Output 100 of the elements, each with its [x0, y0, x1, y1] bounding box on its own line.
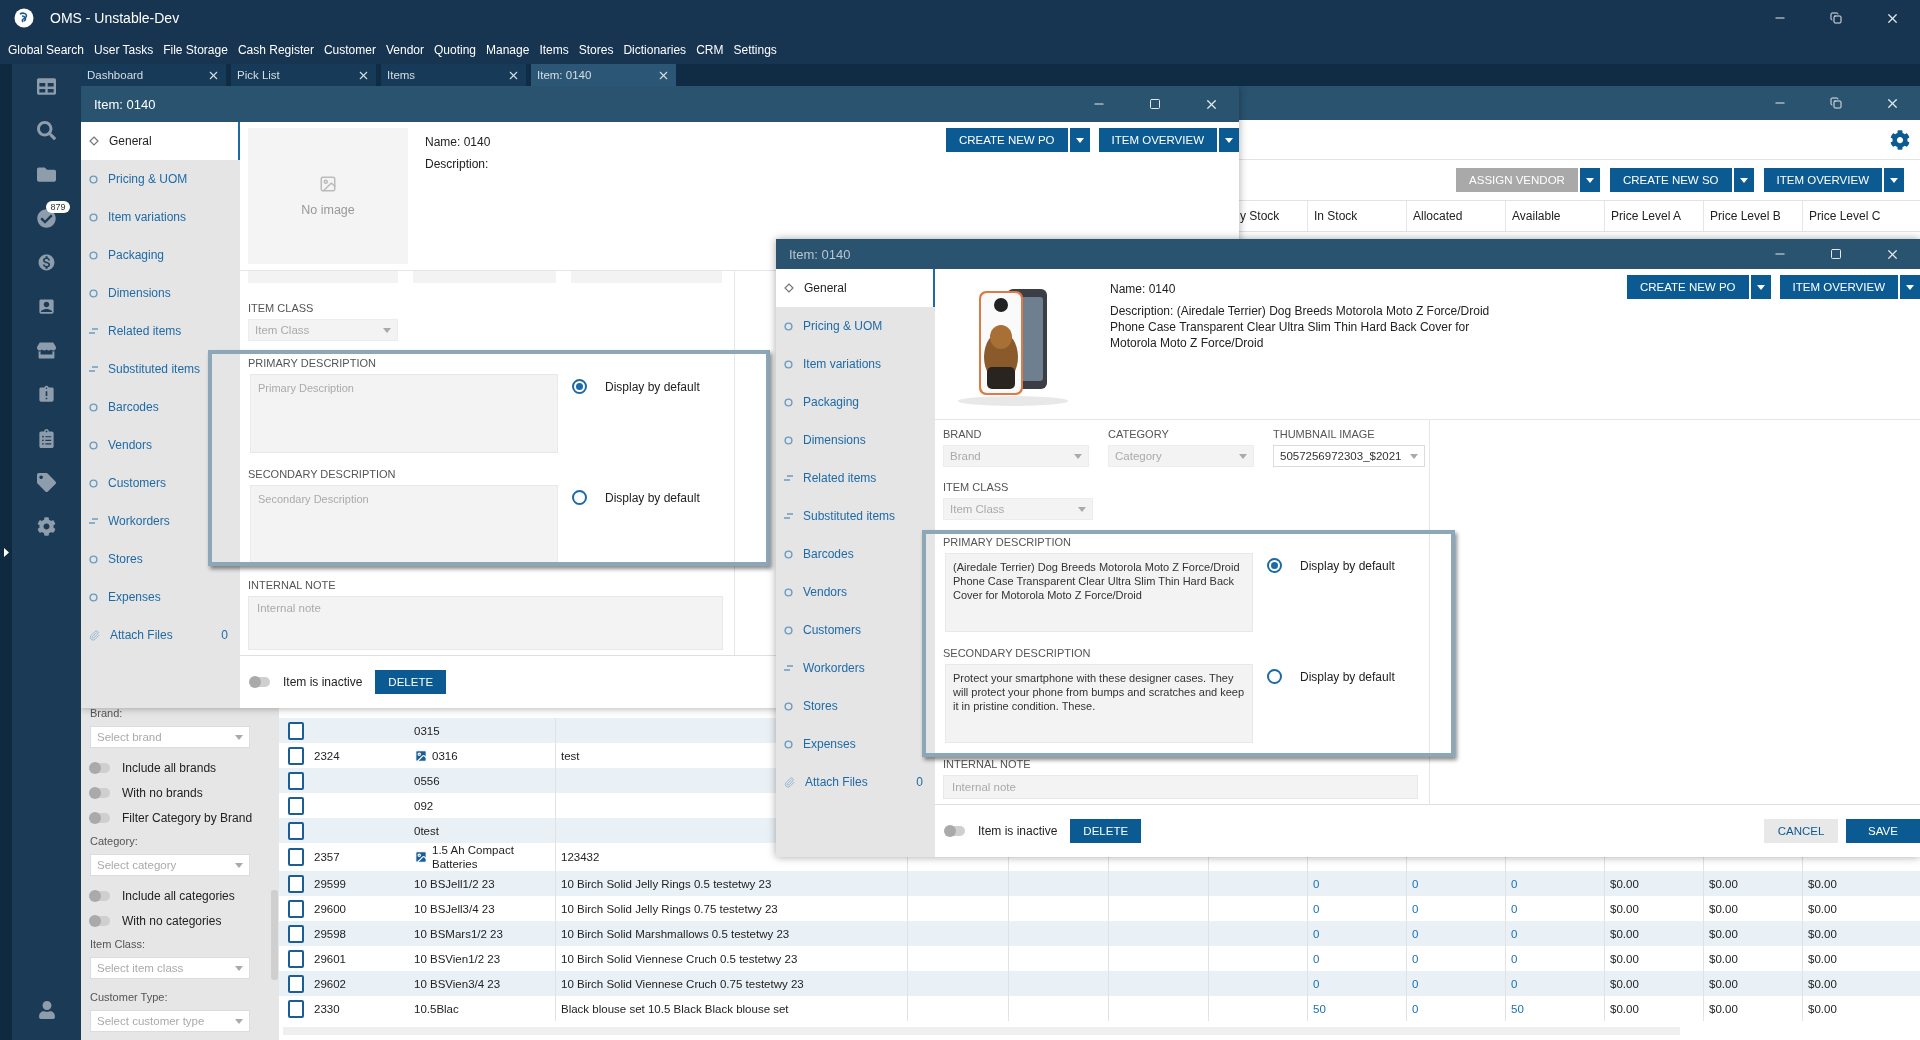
sidebar-item[interactable]: Expenses — [81, 578, 240, 616]
sidebar-item[interactable]: Item variations — [81, 198, 240, 236]
sidebar-item[interactable]: Substituted items — [81, 350, 240, 388]
row-checkbox[interactable] — [288, 949, 304, 968]
description-field[interactable]: Secondary Description — [250, 485, 558, 564]
radio-button[interactable] — [1267, 558, 1282, 573]
menu-item[interactable]: Cash Register — [232, 43, 319, 57]
sidebar-item[interactable]: Workorders — [776, 649, 935, 687]
toggle-switch[interactable] — [90, 890, 110, 901]
stock-link[interactable]: 0 — [1313, 902, 1320, 915]
sidebar-item[interactable]: Substituted items — [776, 497, 935, 535]
sidebar-item[interactable]: Related items — [776, 459, 935, 497]
sidebar-item[interactable]: Stores — [776, 687, 935, 725]
sidebar-item[interactable]: Dimensions — [81, 274, 240, 312]
sidebar-item[interactable]: Expenses — [776, 725, 935, 763]
stock-link[interactable]: 0 — [1313, 977, 1320, 990]
menu-item[interactable]: File Storage — [158, 43, 233, 57]
check-circle-button[interactable]: 879 — [24, 196, 69, 240]
stock-link[interactable]: 50 — [1511, 1002, 1524, 1015]
column-header[interactable]: Allocated — [1406, 201, 1505, 231]
row-checkbox[interactable] — [288, 746, 304, 765]
stock-link[interactable]: 0 — [1313, 952, 1320, 965]
action-button[interactable]: ITEM OVERVIEW — [1098, 128, 1217, 152]
stock-link[interactable]: 0 — [1511, 952, 1518, 965]
dropdown-button[interactable] — [1219, 128, 1239, 152]
delete-button[interactable]: DELETE — [1070, 819, 1142, 843]
row-checkbox[interactable] — [288, 924, 304, 943]
sidebar-item[interactable]: Customers — [81, 464, 240, 502]
menu-item[interactable]: Manage — [481, 43, 535, 57]
dropdown-button[interactable] — [1884, 168, 1904, 192]
action-button[interactable]: CREATE NEW SO — [1609, 168, 1732, 192]
action-button[interactable]: CREATE NEW PO — [945, 128, 1068, 152]
sidebar-item[interactable]: Attach Files 0 — [776, 763, 935, 801]
action-button[interactable]: ITEM OVERVIEW — [1763, 168, 1882, 192]
stock-link[interactable]: 0 — [1412, 877, 1419, 890]
stock-link[interactable]: 0 — [1412, 977, 1419, 990]
sidebar-item[interactable]: Dimensions — [776, 421, 935, 459]
dropdown-button[interactable] — [1579, 168, 1600, 192]
toggle-switch[interactable] — [90, 915, 110, 926]
description-field[interactable]: (Airedale Terrier) Dog Breeds Motorola Moto Z Force/Droid Phone Case Transparent Clear Ultra Slim Thin Hard Back Cover for Motorola Moto Z Force/Droid — [945, 553, 1253, 632]
stock-link[interactable]: 0 — [1313, 927, 1320, 940]
radio-button[interactable] — [1267, 669, 1282, 684]
document-tab[interactable]: Items — [381, 64, 526, 86]
menu-item[interactable]: Settings — [728, 43, 782, 57]
stock-link[interactable]: 0 — [1412, 1002, 1419, 1015]
row-checkbox[interactable] — [288, 874, 304, 893]
row-checkbox[interactable] — [288, 999, 304, 1018]
row-checkbox[interactable] — [288, 974, 304, 993]
note-field[interactable]: Internal note — [943, 775, 1418, 799]
sidebar-item[interactable]: Vendors — [776, 573, 935, 611]
stock-link[interactable]: 50 — [1313, 1002, 1326, 1015]
menu-item[interactable]: Vendor — [380, 43, 429, 57]
row-checkbox[interactable] — [288, 899, 304, 918]
sidebar-item[interactable]: Packaging — [81, 236, 240, 274]
dropdown-button[interactable] — [1069, 128, 1090, 152]
column-header[interactable]: Price Level A — [1604, 201, 1703, 231]
note-field[interactable]: Internal note — [248, 596, 723, 650]
sidebar-item[interactable]: Attach Files 0 — [81, 616, 240, 654]
save-button[interactable]: SAVE — [1846, 819, 1920, 843]
stock-link[interactable]: 0 — [1313, 877, 1320, 890]
dropdown-button[interactable] — [1750, 275, 1771, 299]
row-checkbox[interactable] — [288, 771, 304, 790]
row-checkbox[interactable] — [288, 796, 304, 815]
stock-link[interactable]: 0 — [1511, 927, 1518, 940]
stock-link[interactable]: 0 — [1511, 902, 1518, 915]
sidebar-item[interactable]: Barcodes — [776, 535, 935, 573]
stock-link[interactable]: 0 — [1412, 952, 1419, 965]
delete-button[interactable]: DELETE — [375, 670, 447, 694]
menu-item[interactable]: Quoting — [429, 43, 481, 57]
sidebar-item[interactable]: Related items — [81, 312, 240, 350]
menu-item[interactable]: Customer — [318, 43, 381, 57]
cancel-button[interactable]: CANCEL — [1764, 819, 1838, 843]
toggle-switch[interactable] — [945, 826, 965, 836]
select-field[interactable]: 5057256972303_$2021 — [1273, 445, 1425, 467]
stock-link[interactable]: 0 — [1511, 877, 1518, 890]
document-tab[interactable]: Item: 0140 — [531, 64, 676, 86]
sidebar-item[interactable]: General — [776, 269, 935, 307]
row-checkbox[interactable] — [288, 721, 304, 740]
sidebar-item[interactable]: Stores — [81, 540, 240, 578]
sidebar-item[interactable]: Customers — [776, 611, 935, 649]
sidebar-item[interactable]: Barcodes — [81, 388, 240, 426]
action-button[interactable]: ITEM OVERVIEW — [1779, 275, 1898, 299]
toggle-switch[interactable] — [250, 677, 270, 687]
column-header[interactable]: Price Level C — [1802, 201, 1901, 231]
menu-item[interactable]: Items — [534, 43, 574, 57]
document-tab[interactable]: Dashboard — [81, 64, 226, 86]
radio-button[interactable] — [572, 379, 587, 394]
sidebar-item[interactable]: Pricing & UOM — [81, 160, 240, 198]
row-checkbox[interactable] — [288, 848, 304, 866]
toggle-switch[interactable] — [90, 787, 110, 798]
sidebar-item[interactable]: Vendors — [81, 426, 240, 464]
dropdown-button[interactable] — [1900, 275, 1920, 299]
stock-link[interactable]: 0 — [1412, 927, 1419, 940]
sidebar-item[interactable]: General — [81, 122, 240, 160]
radio-button[interactable] — [572, 490, 587, 505]
menu-item[interactable]: Dictionaries — [618, 43, 692, 57]
column-header[interactable]: In Stock — [1307, 201, 1406, 231]
stock-link[interactable]: 0 — [1511, 977, 1518, 990]
toggle-switch[interactable] — [90, 762, 110, 773]
sidebar-item[interactable]: Item variations — [776, 345, 935, 383]
